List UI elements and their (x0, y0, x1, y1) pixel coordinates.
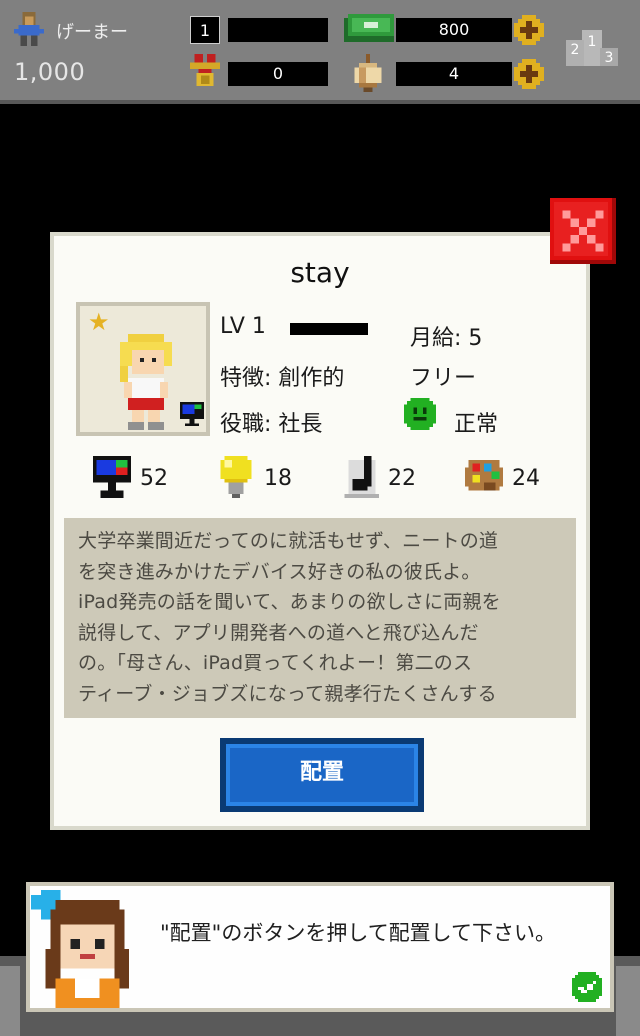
star-icon: ★ (88, 308, 110, 336)
place-button-label: 配置 (299, 760, 344, 785)
idea-bulb-icon (220, 456, 252, 498)
programming-icon (180, 402, 204, 426)
art-palette-icon (464, 459, 504, 491)
character-trait: 特徴: 創作的 (220, 366, 345, 391)
stat-value: 22 (388, 466, 416, 491)
company-xp-bar (228, 18, 328, 42)
character-detail-dialog: stay ★ LV 1 月給: 5 特徴: 創作的 フリー 役職: 社長 正常 … (50, 232, 590, 830)
character-description[interactable]: 大学卒業間近だってのに就活もせず、ニートの道 を突き進みかけたデバイス好きの私の… (64, 518, 576, 718)
stat-value: 18 (264, 466, 292, 491)
medal-icon (190, 54, 220, 86)
ranking-icon[interactable]: 1 2 3 (566, 30, 618, 66)
character-level: LV 1 (220, 314, 266, 339)
description-line: 大学卒業間近だってのに就活もせず、ニートの道 (78, 530, 499, 552)
status-bar: げーまー 1,000 1 0 800 4 1 2 3 (0, 0, 640, 104)
next-arrow-icon[interactable] (572, 972, 602, 1002)
player-name: げーまー (56, 22, 128, 43)
description-line: ティーブ・ジョブズになって親孝行たくさんする (78, 682, 497, 705)
stat-value: 24 (512, 466, 540, 491)
description-line: の。「母さん、iPad買ってくれよー！第二のス (78, 652, 473, 674)
onion-count: 4 (396, 62, 512, 86)
character-status: 正常 (454, 412, 499, 437)
add-onion-button[interactable] (514, 59, 544, 89)
player-icon (14, 12, 44, 46)
character-portrait: ★ (76, 302, 210, 436)
tutorial-message-box[interactable]: "配置"のボタンを押して配置して下さい。 (26, 882, 614, 1012)
character-name: stay (290, 256, 350, 289)
music-note-icon (344, 456, 380, 498)
status-face-icon (404, 398, 436, 430)
close-icon[interactable] (550, 198, 616, 264)
medal-count: 0 (228, 62, 328, 86)
tutorial-message: "配置"のボタンを押して配置して下さい。 (160, 921, 557, 945)
secretary-avatar (30, 890, 130, 1008)
cash-count: 800 (396, 18, 512, 42)
svg-text:3: 3 (605, 50, 614, 66)
character-exp-bar (290, 323, 368, 335)
character-sprite (120, 334, 172, 430)
svg-text:2: 2 (571, 42, 580, 58)
monthly-salary: 月給: 5 (410, 326, 483, 351)
stat-value: 52 (140, 466, 168, 491)
character-role: 役職: 社長 (220, 412, 323, 437)
description-line: iPad発売の話を聞いて、あまりの欲しさに両親を (78, 591, 501, 613)
add-cash-button[interactable] (514, 15, 544, 45)
place-button[interactable]: 配置 (220, 738, 424, 812)
description-line: を突き進みかけたデバイス好きの私の彼氏よ。 (78, 560, 481, 583)
svg-text:1: 1 (588, 34, 597, 50)
onion-icon (354, 54, 382, 92)
programming-icon (92, 456, 132, 498)
description-line: 説得して、アプリ開発者への道へと飛び込んだ (78, 621, 479, 644)
cash-icon (344, 14, 394, 42)
company-level: 1 (190, 16, 220, 44)
employment-type: フリー (410, 366, 477, 391)
money-value: 1,000 (14, 58, 86, 86)
